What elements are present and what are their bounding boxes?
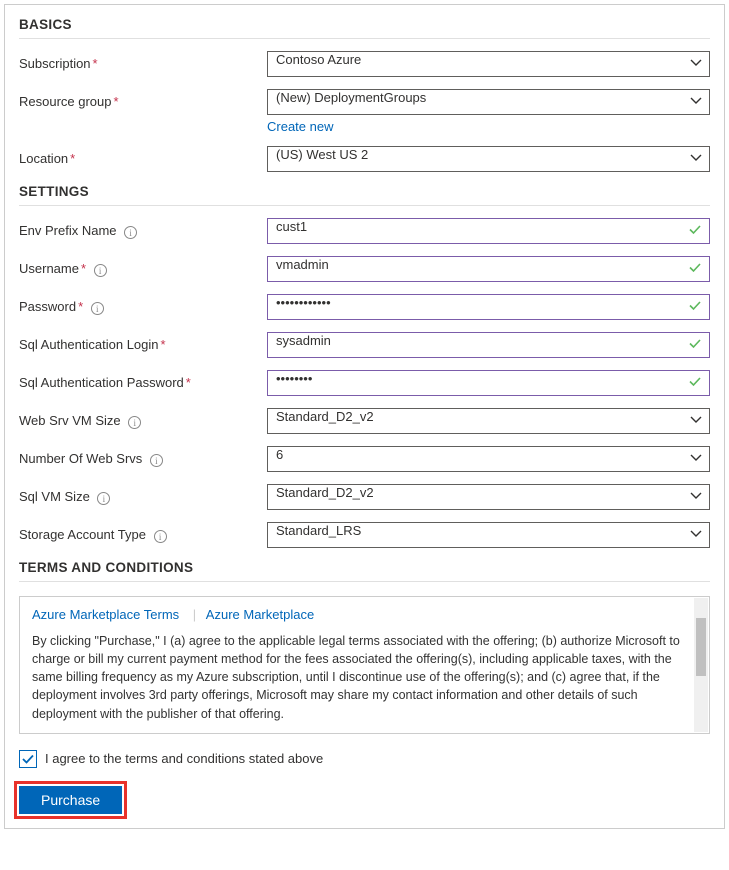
subscription-select[interactable]: Contoso Azure [267,51,710,77]
location-label: Location* [19,146,267,166]
subscription-label: Subscription* [19,51,267,71]
num-web-srvs-label: Number Of Web Srvs i [19,446,267,467]
env-prefix-input[interactable]: cust1 [267,218,710,244]
section-settings-header: SETTINGS [19,184,710,206]
agree-checkbox[interactable] [19,750,37,768]
terms-link-1[interactable]: Azure Marketplace Terms [32,607,179,622]
scrollbar[interactable] [694,598,708,732]
resource-group-label: Resource group* [19,89,267,109]
location-select[interactable]: (US) West US 2 [267,146,710,172]
resource-group-select[interactable]: (New) DeploymentGroups [267,89,710,115]
password-label: Password* i [19,294,267,315]
terms-text: By clicking "Purchase," I (a) agree to t… [32,632,687,723]
num-web-srvs-select[interactable]: 6 [267,446,710,472]
info-icon[interactable]: i [97,492,110,505]
terms-link-2[interactable]: Azure Marketplace [206,607,314,622]
web-vm-size-label: Web Srv VM Size i [19,408,267,429]
divider: | [193,607,196,622]
section-terms-header: TERMS AND CONDITIONS [19,560,710,582]
terms-box: Azure Marketplace Terms | Azure Marketpl… [19,596,710,734]
sql-password-label: Sql Authentication Password* [19,370,267,390]
info-icon[interactable]: i [128,416,141,429]
info-icon[interactable]: i [154,530,167,543]
info-icon[interactable]: i [124,226,137,239]
password-input[interactable]: •••••••••••• [267,294,710,320]
env-prefix-label: Env Prefix Name i [19,218,267,239]
purchase-button[interactable]: Purchase [19,786,122,814]
sql-password-input[interactable]: •••••••• [267,370,710,396]
sql-login-input[interactable]: sysadmin [267,332,710,358]
info-icon[interactable]: i [94,264,107,277]
username-label: Username* i [19,256,267,277]
sql-vm-size-label: Sql VM Size i [19,484,267,505]
info-icon[interactable]: i [150,454,163,467]
scrollbar-thumb[interactable] [696,618,706,676]
sql-vm-size-select[interactable]: Standard_D2_v2 [267,484,710,510]
sql-login-label: Sql Authentication Login* [19,332,267,352]
storage-type-select[interactable]: Standard_LRS [267,522,710,548]
info-icon[interactable]: i [91,302,104,315]
storage-type-label: Storage Account Type i [19,522,267,543]
agree-label: I agree to the terms and conditions stat… [45,751,323,766]
username-input[interactable]: vmadmin [267,256,710,282]
create-new-link[interactable]: Create new [267,119,333,134]
section-basics-header: BASICS [19,17,710,39]
web-vm-size-select[interactable]: Standard_D2_v2 [267,408,710,434]
